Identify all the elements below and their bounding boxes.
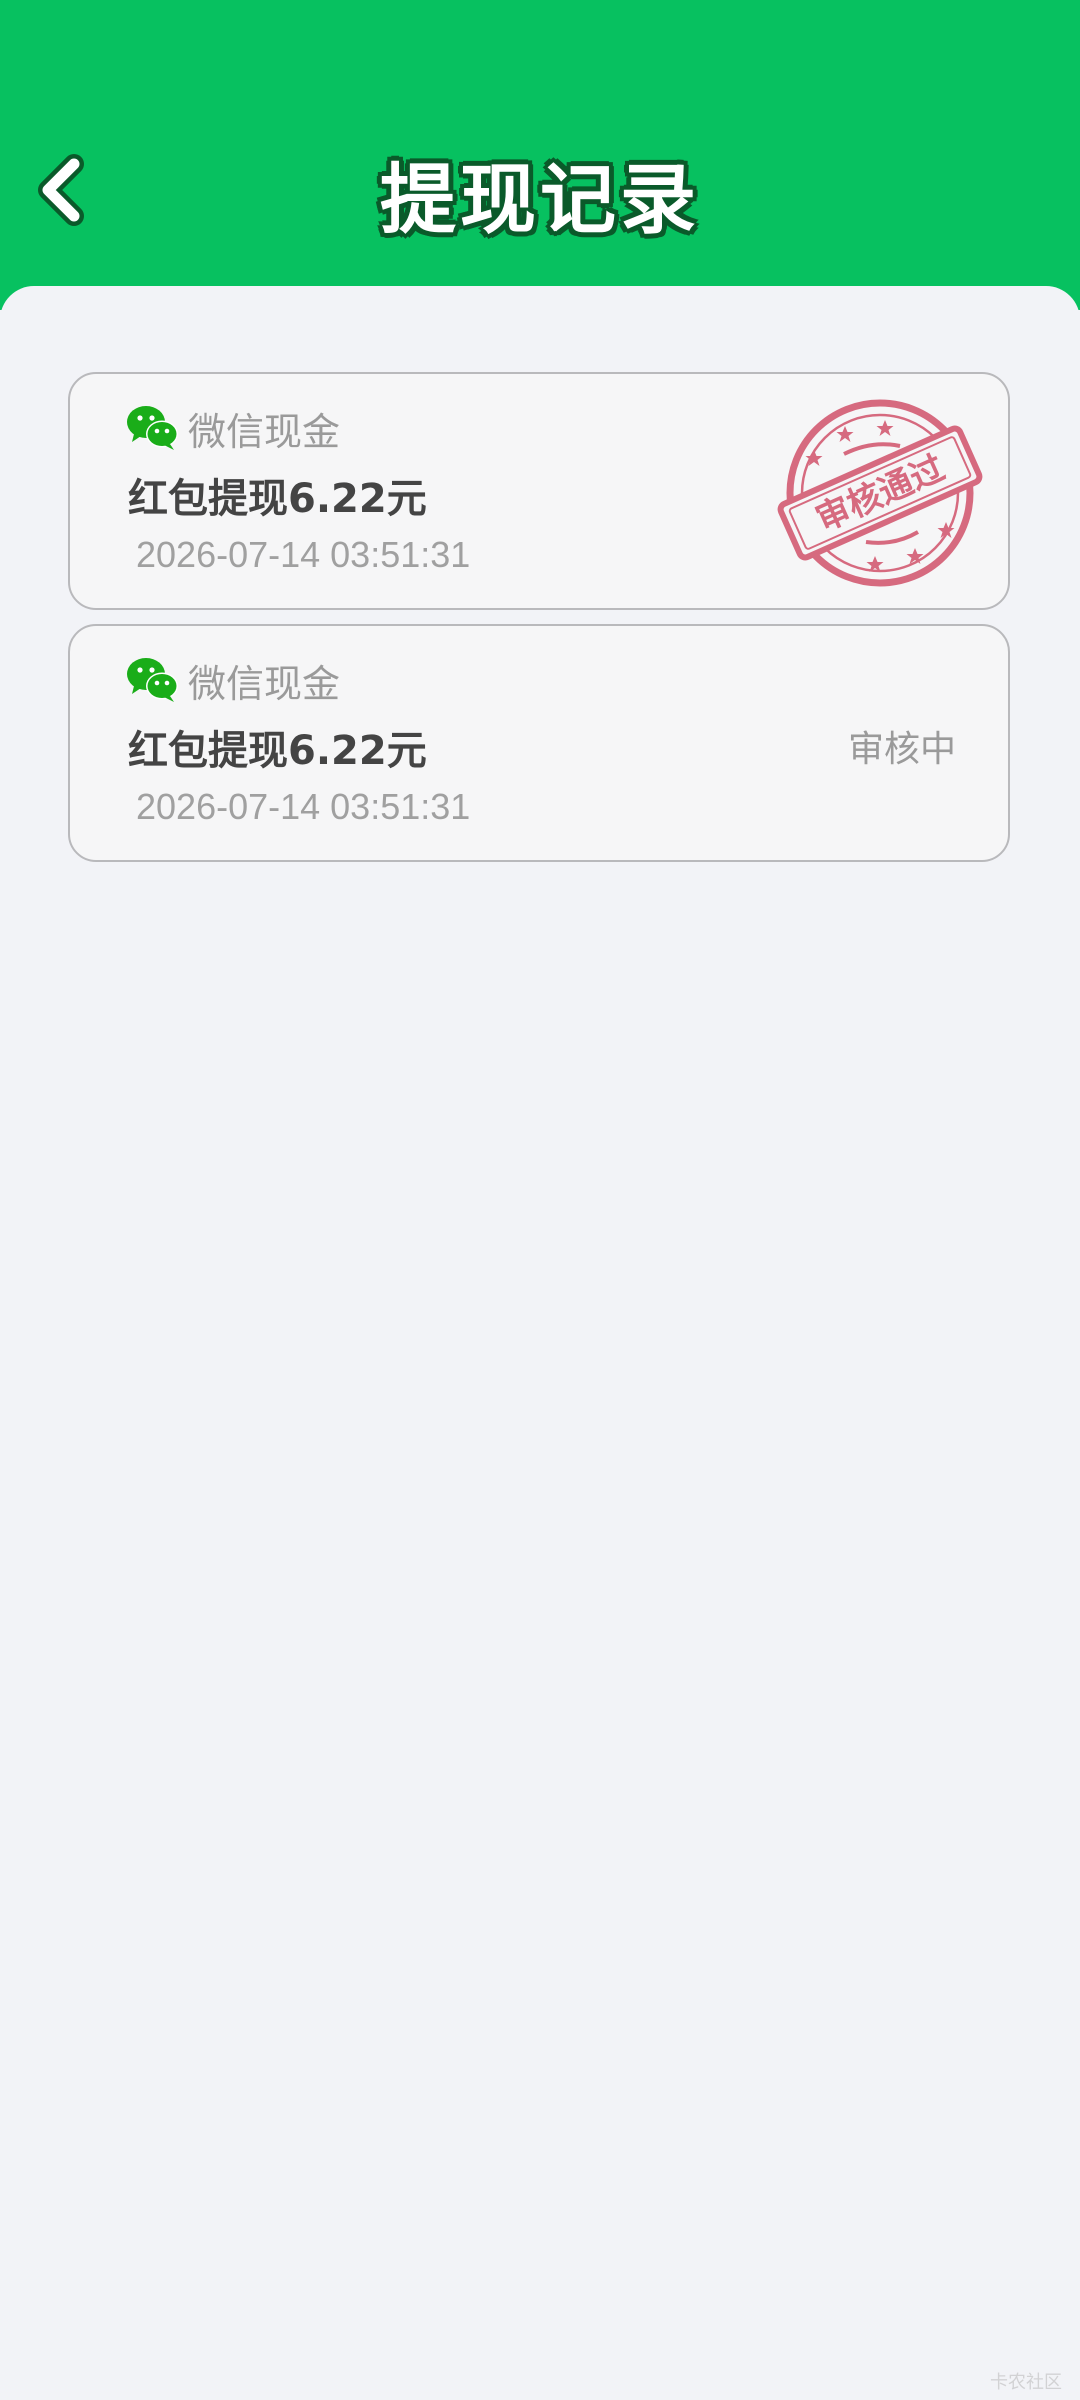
- record-time: 2026-07-14 03:51:31: [136, 534, 471, 575]
- page-title: 提现记录: [380, 155, 700, 244]
- status-text: 审核中: [847, 729, 956, 770]
- record-time: 2026-07-14 03:51:31: [136, 786, 471, 827]
- payment-method-label: 微信现金: [188, 661, 341, 706]
- record-card[interactable]: 微信现金 红包提现6.22元 2026-07-14 03:51:31 审核通过: [68, 372, 1010, 610]
- payment-method: 微信现金: [126, 652, 340, 708]
- wechat-icon: [127, 658, 178, 702]
- wechat-icon: [127, 406, 178, 450]
- approved-stamp: 审核通过: [777, 399, 983, 587]
- header-bar: 提现记录: [0, 0, 1080, 310]
- payment-method: 微信现金: [126, 400, 340, 456]
- watermark: 卡农社区: [990, 2372, 1062, 2393]
- record-card[interactable]: 微信现金 红包提现6.22元 2026-07-14 03:51:31 审核中: [68, 624, 1010, 862]
- payment-method-label: 微信现金: [188, 409, 341, 454]
- record-title: 红包提现6.22元: [128, 476, 427, 522]
- record-title: 红包提现6.22元: [128, 728, 427, 774]
- records-list: 微信现金 红包提现6.22元 2026-07-14 03:51:31 审核通过 …: [0, 286, 1080, 2400]
